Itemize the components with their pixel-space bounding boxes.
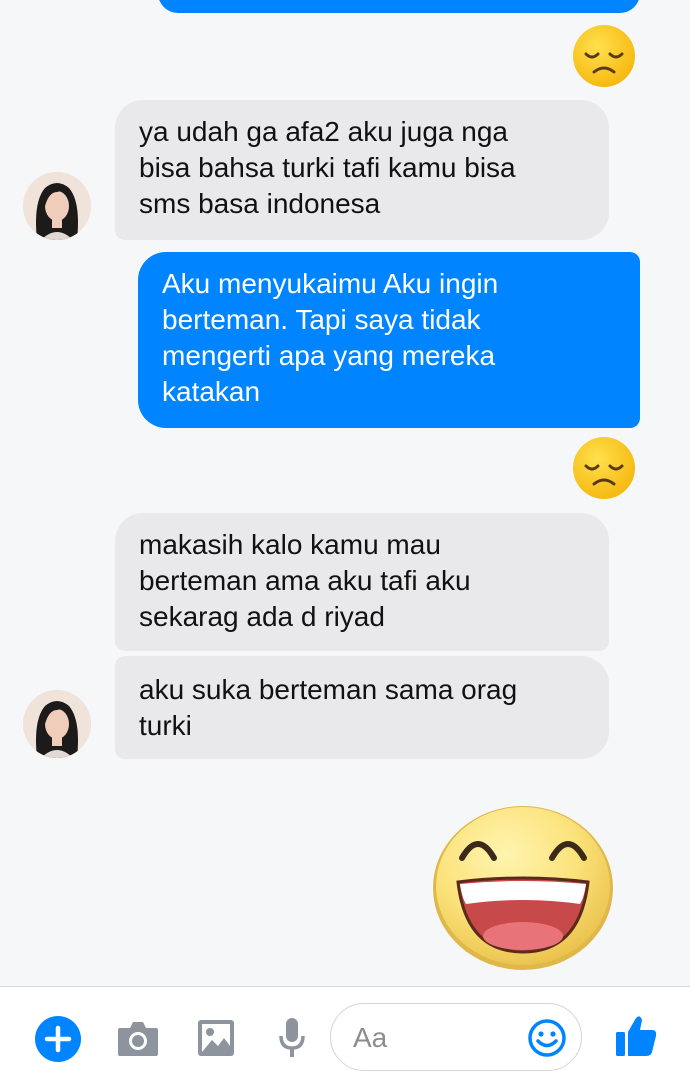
message-input[interactable]: [351, 1018, 525, 1058]
smiley-icon[interactable]: [527, 1018, 567, 1058]
image-icon[interactable]: [196, 1018, 236, 1058]
incoming-message[interactable]: aku suka berteman sama orag turki: [115, 656, 609, 759]
big-laughing-emoji: [433, 806, 613, 970]
incoming-message[interactable]: ya udah ga afa2 aku juga nga bisa bahsa …: [115, 100, 609, 240]
incoming-message[interactable]: makasih kalo kamu mau berteman ama aku t…: [115, 513, 609, 651]
sad-face-emoji: [573, 437, 635, 499]
contact-avatar[interactable]: [23, 690, 91, 758]
outgoing-message[interactable]: Aku menyukaimu Aku ingin berteman. Tapi …: [138, 252, 640, 428]
message-input-container: [330, 1003, 582, 1071]
thumbs-up-icon[interactable]: [612, 1012, 660, 1060]
microphone-icon[interactable]: [276, 1016, 308, 1060]
sad-face-emoji: [573, 25, 635, 87]
partial-outgoing-bubble: [158, 0, 640, 13]
plus-icon[interactable]: [34, 1015, 82, 1063]
camera-icon[interactable]: [116, 1018, 160, 1058]
contact-avatar[interactable]: [23, 172, 91, 240]
